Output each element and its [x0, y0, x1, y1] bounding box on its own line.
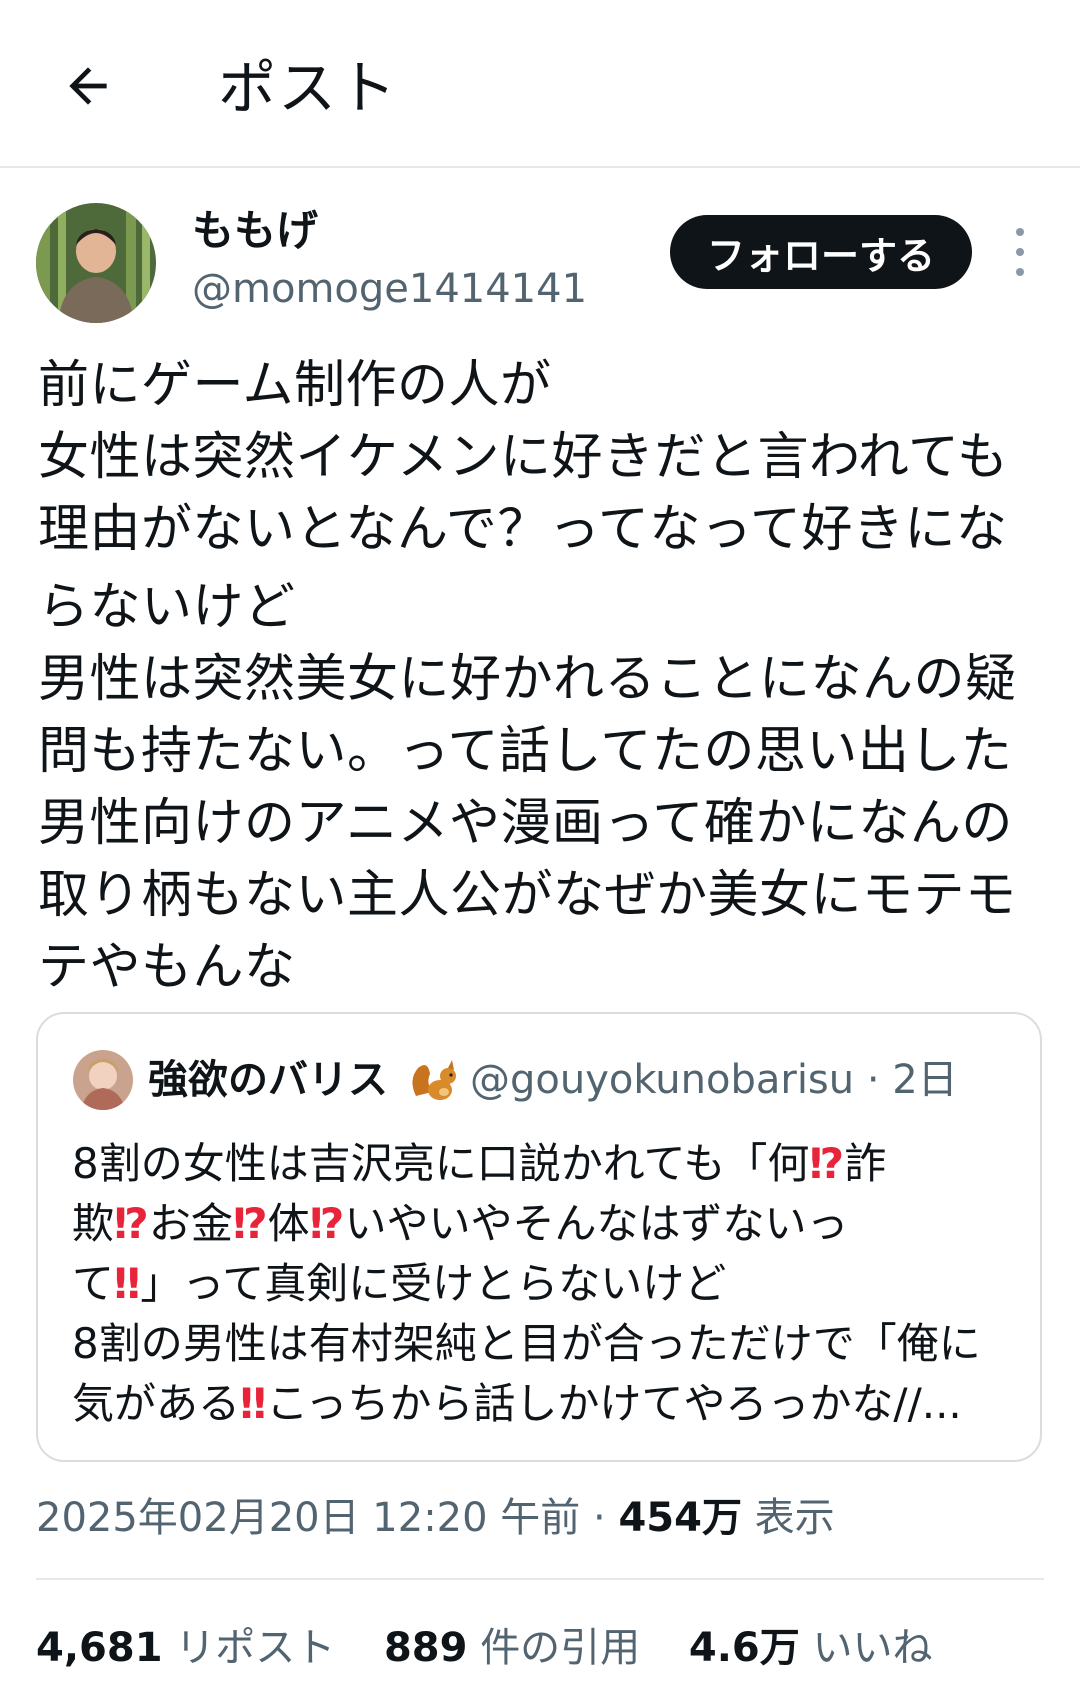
- post-line: らないけど: [38, 578, 296, 637]
- text-span: 欺: [72, 1199, 115, 1248]
- post-line: 理由がないとなんで？ってなって好きにな: [38, 500, 1008, 559]
- quoted-line: 気がある‼こっちから話しかけてやろっかな//...: [72, 1374, 1032, 1434]
- separator: ·: [866, 1057, 880, 1103]
- quoted-author-name: 強欲のバリス: [148, 1057, 388, 1103]
- post-meta: 2025年02月20日 12:20 午前 · 454万 表示: [36, 1490, 835, 1546]
- quotes-label: 件の引用: [480, 1625, 641, 1671]
- post-line: 男性向けのアニメや漫画って確かになんの: [38, 794, 1013, 853]
- quoted-line: 8割の男性は有村架純と目が合っただけで「俺に: [72, 1319, 981, 1368]
- more-vertical-icon[interactable]: [1000, 228, 1040, 276]
- text-span: 8割の女性は吉沢亮に口説かれても「何: [72, 1139, 810, 1188]
- arrow-left-icon: [69, 67, 107, 105]
- text-span: 気がある: [72, 1379, 241, 1428]
- text-span: お金: [148, 1199, 233, 1248]
- text-span: 」って真剣に受けとらないけど: [140, 1259, 727, 1308]
- author-avatar[interactable]: [36, 203, 156, 323]
- double-exclamation-icon: ‼: [114, 1259, 141, 1308]
- post-text: 前にゲーム制作の人が 女性は突然イケメンに好きだと言われても 理由がないとなんで…: [38, 350, 1048, 1004]
- text-span: て: [72, 1259, 115, 1308]
- quoted-line: て‼」って真剣に受けとらないけど: [72, 1254, 1032, 1314]
- likes-label: いいね: [812, 1625, 933, 1671]
- reposts-label: リポスト: [175, 1625, 336, 1671]
- follow-button[interactable]: フォローする: [670, 215, 972, 289]
- likes-stat[interactable]: 4.6万 いいね: [689, 1620, 933, 1676]
- exclamation-question-icon: ⁉: [232, 1199, 268, 1248]
- author-handle[interactable]: @momoge1414141: [192, 264, 587, 314]
- quoted-post[interactable]: 強欲のバリス @gouyokunobarisu · 2日 8割の女性は吉沢亮に口…: [36, 1012, 1042, 1462]
- exclamation-question-icon: ⁉: [114, 1199, 149, 1248]
- quoted-time: 2日: [892, 1057, 958, 1103]
- post-line: 問も持たない。って話してたの思い出した: [38, 722, 1013, 781]
- post-line: 男性は突然美女に好かれることになんの疑: [38, 650, 1017, 709]
- quotes-count: 889: [383, 1625, 468, 1671]
- exclamation-question-icon: ⁉: [309, 1199, 345, 1248]
- separator: ·: [593, 1495, 606, 1541]
- text-span: 詐: [844, 1139, 887, 1188]
- squirrel-icon: [406, 1056, 460, 1108]
- timestamp[interactable]: 2025年02月20日 12:20 午前: [36, 1495, 580, 1541]
- post-line: 取り柄もない主人公がなぜか美女にモテモ: [38, 866, 1017, 925]
- double-exclamation-icon: ‼: [240, 1379, 267, 1428]
- reposts-stat[interactable]: 4,681 リポスト: [36, 1620, 335, 1676]
- quotes-stat[interactable]: 889 件の引用: [384, 1620, 640, 1676]
- engagement-stats: 4,681 リポスト 889 件の引用 4.6万 いいね: [36, 1620, 968, 1676]
- quoted-line: 8割の女性は吉沢亮に口説かれても「何⁉詐: [72, 1134, 1032, 1194]
- quoted-avatar: [73, 1050, 133, 1110]
- quoted-author-handle: @gouyokunobarisu: [470, 1057, 855, 1103]
- post-line: 前にゲーム制作の人が: [38, 356, 552, 415]
- views-label: 表示: [754, 1495, 835, 1541]
- top-bar: ポスト: [0, 0, 1080, 168]
- text-span: こっちから話しかけてやろっかな//...: [266, 1379, 962, 1428]
- quoted-text: 8割の女性は吉沢亮に口説かれても「何⁉詐 欺⁉お金⁉体⁉いやいやそんなはずないっ…: [72, 1134, 1032, 1434]
- quoted-line: 欺⁉お金⁉体⁉いやいやそんなはずないっ: [72, 1194, 1032, 1254]
- reposts-count: 4,681: [36, 1625, 163, 1671]
- quoted-meta: @gouyokunobarisu · 2日: [470, 1054, 958, 1106]
- page-title: ポスト: [218, 54, 399, 122]
- post-line: テやもんな: [38, 938, 296, 997]
- author-name[interactable]: ももげ: [192, 206, 318, 256]
- text-span: 体: [267, 1199, 310, 1248]
- post-line: 女性は突然イケメンに好きだと言われても: [38, 428, 1009, 487]
- back-button[interactable]: [52, 50, 124, 122]
- views-count: 454万: [618, 1495, 742, 1541]
- text-span: いやいやそんなはずないっ: [344, 1199, 849, 1248]
- likes-count: 4.6万: [688, 1625, 800, 1671]
- exclamation-question-icon: ⁉: [809, 1139, 845, 1188]
- divider: [36, 1578, 1044, 1580]
